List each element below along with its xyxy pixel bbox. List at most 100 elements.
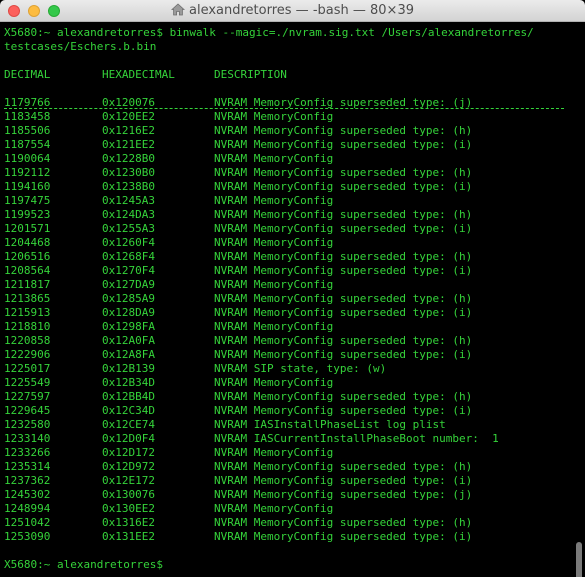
result-decimal: 1251042 <box>4 516 51 529</box>
window-title: alexandretorres — -bash — 80×39 <box>0 3 585 19</box>
result-row: 1194160 0x1238B0 NVRAM MemoryConfig supers… <box>4 180 574 194</box>
result-description: NVRAM MemoryConfig superseded type: (h) <box>214 208 473 221</box>
result-decimal: 1248994 <box>4 502 51 515</box>
result-description: NVRAM MemoryConfig superseded type: (i) <box>214 530 473 543</box>
result-row: 1218810 0x1298FA NVRAM MemoryConfig <box>4 320 574 334</box>
result-decimal: 1229645 <box>4 404 51 417</box>
result-row: 1187554 0x121EE2 NVRAM MemoryConfig supers… <box>4 138 574 152</box>
result-description: NVRAM MemoryConfig superseded type: (i) <box>214 404 473 417</box>
result-row: 1201571 0x1255A3 NVRAM MemoryConfig supers… <box>4 222 574 236</box>
result-row: 1185506 0x1216E2 NVRAM MemoryConfig supers… <box>4 124 574 138</box>
home-icon <box>171 3 185 16</box>
result-row: 1222906 0x12A8FA NVRAM MemoryConfig supers… <box>4 348 574 362</box>
result-hexadecimal: 0x127DA9 <box>102 278 155 291</box>
result-description: NVRAM MemoryConfig superseded type: (i) <box>214 306 473 319</box>
result-hexadecimal: 0x12B34D <box>102 376 155 389</box>
result-row: 1253090 0x131EE2 NVRAM MemoryConfig supers… <box>4 530 574 544</box>
result-hexadecimal: 0x1298FA <box>102 320 155 333</box>
result-decimal: 1194160 <box>4 180 51 193</box>
result-decimal: 1183458 <box>4 110 51 123</box>
result-row: 1233140 0x12D0F4 NVRAM IASCurrentInstallPh… <box>4 432 574 446</box>
result-hexadecimal: 0x130076 <box>102 488 155 501</box>
terminal-output[interactable]: X5680:~ alexandretorres$ binwalk --magic… <box>0 22 585 577</box>
result-description: NVRAM IASInstallPhaseList log plist <box>214 418 446 431</box>
result-description: NVRAM MemoryConfig superseded type: (i) <box>214 348 473 361</box>
result-hexadecimal: 0x12CE74 <box>102 418 155 431</box>
result-description: NVRAM MemoryConfig superseded type: (h) <box>214 516 473 529</box>
result-row: 1220858 0x12A0FA NVRAM MemoryConfig supers… <box>4 334 574 348</box>
result-row: 1192112 0x1230B0 NVRAM MemoryConfig supers… <box>4 166 574 180</box>
result-decimal: 1227597 <box>4 390 51 403</box>
result-hexadecimal: 0x12D0F4 <box>102 432 155 445</box>
result-description: NVRAM MemoryConfig superseded type: (h) <box>214 250 473 263</box>
result-hexadecimal: 0x1270F4 <box>102 264 155 277</box>
header-hexadecimal: HEXADECIMAL <box>102 68 175 81</box>
result-row: 1225017 0x12B139 NVRAM SIP state, type: (w… <box>4 362 574 376</box>
result-hexadecimal: 0x12C34D <box>102 404 155 417</box>
result-row: 1206516 0x1268F4 NVRAM MemoryConfig supers… <box>4 250 574 264</box>
result-hexadecimal: 0x1216E2 <box>102 124 155 137</box>
result-description: NVRAM MemoryConfig <box>214 446 334 459</box>
result-description: NVRAM MemoryConfig superseded type: (i) <box>214 222 473 235</box>
result-row: 1233266 0x12D172 NVRAM MemoryConfig <box>4 446 574 460</box>
result-hexadecimal: 0x12E172 <box>102 474 155 487</box>
result-row: 1248994 0x130EE2 NVRAM MemoryConfig <box>4 502 574 516</box>
window-title-text: alexandretorres — -bash — 80×39 <box>189 3 414 18</box>
result-hexadecimal: 0x1316E2 <box>102 516 155 529</box>
result-hexadecimal: 0x128DA9 <box>102 306 155 319</box>
result-row: 1213865 0x1285A9 NVRAM MemoryConfig supers… <box>4 292 574 306</box>
result-row: 1229645 0x12C34D NVRAM MemoryConfig supers… <box>4 404 574 418</box>
result-row: 1227597 0x12BB4D NVRAM MemoryConfig supers… <box>4 390 574 404</box>
result-row: 1183458 0x120EE2 NVRAM MemoryConfig <box>4 110 574 124</box>
result-decimal: 1235314 <box>4 460 51 473</box>
column-headers: DECIMAL HEXADECIMAL DESCRIPTION <box>4 68 574 82</box>
result-row: 1251042 0x1316E2 NVRAM MemoryConfig supers… <box>4 516 574 530</box>
result-row: 1211817 0x127DA9 NVRAM MemoryConfig <box>4 278 574 292</box>
vertical-scrollbar[interactable] <box>576 542 582 577</box>
result-row: 1232580 0x12CE74 NVRAM IASInstallPhaseList… <box>4 418 574 432</box>
result-hexadecimal: 0x12D972 <box>102 460 155 473</box>
result-hexadecimal: 0x120EE2 <box>102 110 155 123</box>
result-decimal: 1208564 <box>4 264 51 277</box>
result-decimal: 1213865 <box>4 292 51 305</box>
result-hexadecimal: 0x1260F4 <box>102 236 155 249</box>
result-hexadecimal: 0x120076 <box>102 96 155 109</box>
result-row: 1215913 0x128DA9 NVRAM MemoryConfig supers… <box>4 306 574 320</box>
result-description: NVRAM MemoryConfig superseded type: (j) <box>214 488 473 501</box>
result-decimal: 1179766 <box>4 96 51 109</box>
result-description: NVRAM MemoryConfig superseded type: (h) <box>214 166 473 179</box>
result-description: NVRAM MemoryConfig <box>214 502 334 515</box>
result-hexadecimal: 0x1268F4 <box>102 250 155 263</box>
result-row: 1225549 0x12B34D NVRAM MemoryConfig <box>4 376 574 390</box>
result-hexadecimal: 0x1245A3 <box>102 194 155 207</box>
result-decimal: 1225017 <box>4 362 51 375</box>
result-decimal: 1190064 <box>4 152 51 165</box>
result-row: 1199523 0x124DA3 NVRAM MemoryConfig supers… <box>4 208 574 222</box>
result-description: NVRAM MemoryConfig superseded type: (i) <box>214 138 473 151</box>
result-decimal: 1206516 <box>4 250 51 263</box>
result-description: NVRAM MemoryConfig superseded type: (j) <box>214 96 473 109</box>
result-decimal: 1185506 <box>4 124 51 137</box>
result-description: NVRAM MemoryConfig superseded type: (i) <box>214 180 473 193</box>
result-hexadecimal: 0x12A0FA <box>102 334 155 347</box>
result-hexadecimal: 0x121EE2 <box>102 138 155 151</box>
result-description: NVRAM MemoryConfig superseded type: (h) <box>214 390 473 403</box>
result-description: NVRAM MemoryConfig superseded type: (i) <box>214 264 473 277</box>
result-hexadecimal: 0x12A8FA <box>102 348 155 361</box>
result-description: NVRAM IASCurrentInstallPhaseBoot number:… <box>214 432 499 445</box>
result-row: 1208564 0x1270F4 NVRAM MemoryConfig supers… <box>4 264 574 278</box>
result-decimal: 1253090 <box>4 530 51 543</box>
result-description: NVRAM MemoryConfig superseded type: (h) <box>214 292 473 305</box>
result-decimal: 1233266 <box>4 446 51 459</box>
result-description: NVRAM MemoryConfig superseded type: (h) <box>214 124 473 137</box>
result-description: NVRAM MemoryConfig <box>214 110 334 123</box>
result-decimal: 1233140 <box>4 432 51 445</box>
result-hexadecimal: 0x1228B0 <box>102 152 155 165</box>
result-decimal: 1225549 <box>4 376 51 389</box>
result-description: NVRAM MemoryConfig <box>214 152 334 165</box>
result-description: NVRAM MemoryConfig superseded type: (h) <box>214 334 473 347</box>
result-description: NVRAM MemoryConfig superseded type: (h) <box>214 460 473 473</box>
result-hexadecimal: 0x12BB4D <box>102 390 155 403</box>
result-row: 1245302 0x130076 NVRAM MemoryConfig supers… <box>4 488 574 502</box>
result-row: 1235314 0x12D972 NVRAM MemoryConfig supers… <box>4 460 574 474</box>
